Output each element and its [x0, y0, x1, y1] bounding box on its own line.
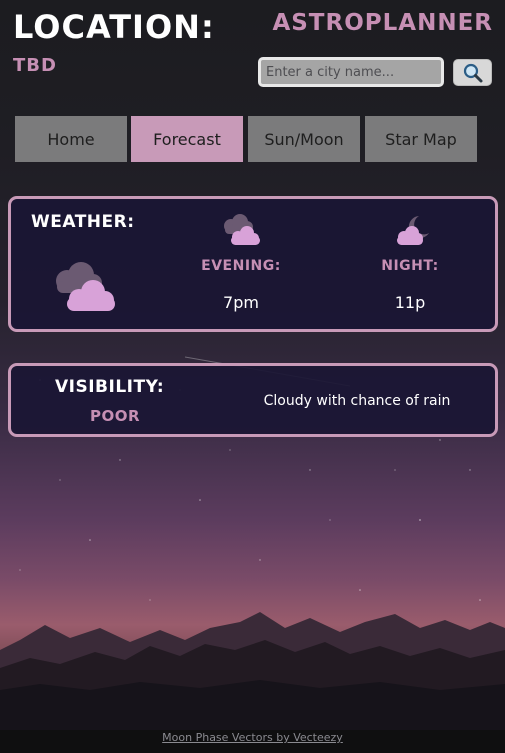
magnifier-icon: [463, 63, 482, 82]
evening-time: 7pm: [223, 293, 259, 312]
night-time: 11p: [394, 293, 426, 312]
cloudy-icon: [224, 214, 260, 245]
tab-forecast[interactable]: Forecast: [131, 116, 243, 162]
tab-home[interactable]: Home: [15, 116, 127, 162]
visibility-card: VISIBILITY: POOR Cloudy with chance of r…: [8, 363, 498, 437]
app-title: ASTROPLANNER: [272, 10, 493, 36]
evening-label: EVENING:: [201, 258, 281, 274]
weather-heading: WEATHER:: [31, 212, 135, 232]
cloudy-night-icon: [397, 216, 429, 245]
visibility-description: Cloudy with chance of rain: [263, 393, 451, 409]
location-value: TBD: [13, 55, 57, 76]
location-heading: LOCATION:: [13, 8, 215, 46]
visibility-value: POOR: [89, 407, 141, 425]
weather-card: WEATHER: EVENING: 7pm NIGHT: 11p: [8, 196, 498, 332]
city-search-input[interactable]: [258, 57, 444, 87]
tab-sun-moon[interactable]: Sun/Moon: [248, 116, 360, 162]
footer: Moon Phase Vectors by Vecteezy: [0, 730, 505, 753]
tab-star-map[interactable]: Star Map: [365, 116, 477, 162]
credit-link[interactable]: Moon Phase Vectors by Vecteezy: [162, 731, 343, 744]
visibility-heading: VISIBILITY:: [55, 377, 165, 397]
night-label: NIGHT:: [381, 258, 439, 274]
search-button[interactable]: [453, 59, 492, 86]
cloudy-icon: [56, 262, 115, 311]
